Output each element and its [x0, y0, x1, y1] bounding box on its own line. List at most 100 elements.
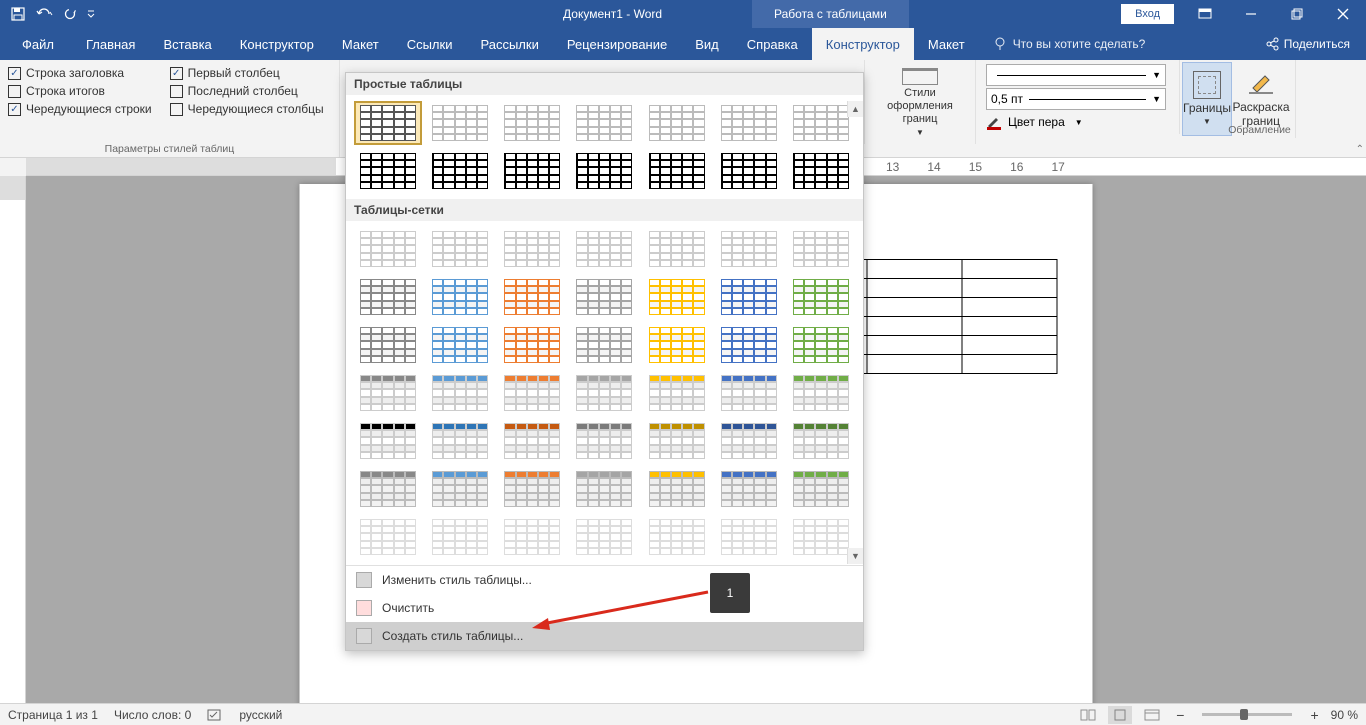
style-grid-3-0[interactable]: [354, 371, 422, 415]
style-grid-3-1[interactable]: [426, 371, 494, 415]
tab-mailings[interactable]: Рассылки: [466, 28, 552, 60]
status-words[interactable]: Число слов: 0: [114, 708, 191, 722]
tab-help[interactable]: Справка: [733, 28, 812, 60]
style-grid-3-5[interactable]: [715, 371, 783, 415]
style-grid-6-2[interactable]: [498, 515, 566, 559]
tab-references[interactable]: Ссылки: [393, 28, 467, 60]
chk-last-column[interactable]: Последний столбец: [170, 84, 324, 98]
style-grid-1-3[interactable]: [570, 275, 638, 319]
style-plain-b-0[interactable]: [354, 149, 422, 193]
minimize-button[interactable]: [1228, 0, 1274, 28]
maximize-button[interactable]: [1274, 0, 1320, 28]
style-grid-3-3[interactable]: [570, 371, 638, 415]
chk-total-row[interactable]: Строка итогов: [8, 84, 152, 98]
style-grid-4-3[interactable]: [570, 419, 638, 463]
border-styles-button[interactable]: Стили оформления границ ▼: [873, 66, 967, 140]
style-grid-2-2[interactable]: [498, 323, 566, 367]
chk-header-row[interactable]: ✓Строка заголовка: [8, 66, 152, 80]
style-grid-0-1[interactable]: [426, 227, 494, 271]
style-grid-0-4[interactable]: [643, 227, 711, 271]
style-grid-3-6[interactable]: [787, 371, 855, 415]
vertical-ruler[interactable]: [0, 176, 26, 707]
style-plain-0[interactable]: [354, 101, 422, 145]
style-grid-6-1[interactable]: [426, 515, 494, 559]
style-grid-1-0[interactable]: [354, 275, 422, 319]
tell-me-search[interactable]: Что вы хотите сделать?: [979, 28, 1160, 60]
tab-view[interactable]: Вид: [681, 28, 733, 60]
status-proofing-icon[interactable]: [207, 708, 223, 722]
tab-insert[interactable]: Вставка: [149, 28, 225, 60]
style-grid-6-5[interactable]: [715, 515, 783, 559]
pen-color-button[interactable]: Цвет пера ▼: [986, 114, 1171, 130]
style-grid-0-3[interactable]: [570, 227, 638, 271]
style-plain-b-5[interactable]: [715, 149, 783, 193]
style-grid-0-6[interactable]: [787, 227, 855, 271]
style-plain-b-3[interactable]: [570, 149, 638, 193]
zoom-out-button[interactable]: −: [1172, 707, 1188, 723]
style-grid-5-2[interactable]: [498, 467, 566, 511]
style-grid-0-2[interactable]: [498, 227, 566, 271]
style-grid-2-5[interactable]: [715, 323, 783, 367]
style-grid-5-0[interactable]: [354, 467, 422, 511]
style-grid-1-2[interactable]: [498, 275, 566, 319]
qat-customize-icon[interactable]: [84, 2, 98, 26]
style-plain-1[interactable]: [426, 101, 494, 145]
style-plain-6[interactable]: [787, 101, 855, 145]
zoom-level[interactable]: 90 %: [1331, 708, 1358, 722]
style-grid-1-1[interactable]: [426, 275, 494, 319]
style-plain-3[interactable]: [570, 101, 638, 145]
tab-home[interactable]: Главная: [72, 28, 149, 60]
style-grid-2-0[interactable]: [354, 323, 422, 367]
tab-file[interactable]: Файл: [4, 28, 72, 60]
style-plain-5[interactable]: [715, 101, 783, 145]
login-button[interactable]: Вход: [1121, 4, 1174, 24]
menu-new-style[interactable]: Создать стиль таблицы...: [346, 622, 863, 650]
style-grid-5-3[interactable]: [570, 467, 638, 511]
style-grid-1-4[interactable]: [643, 275, 711, 319]
border-width-combo[interactable]: 0,5 пт▼: [986, 88, 1166, 110]
ribbon-display-icon[interactable]: [1182, 0, 1228, 28]
style-grid-3-2[interactable]: [498, 371, 566, 415]
menu-clear[interactable]: Очистить: [346, 594, 863, 622]
status-language[interactable]: русский: [239, 708, 282, 722]
style-grid-1-6[interactable]: [787, 275, 855, 319]
style-grid-3-4[interactable]: [643, 371, 711, 415]
ribbon-collapse-icon[interactable]: ⌃: [1356, 144, 1364, 155]
zoom-in-button[interactable]: +: [1306, 707, 1322, 723]
gallery-scroll-up[interactable]: ▲: [847, 101, 863, 117]
style-grid-6-0[interactable]: [354, 515, 422, 559]
zoom-slider[interactable]: [1202, 713, 1292, 716]
border-line-style-combo[interactable]: ▼: [986, 64, 1166, 86]
style-grid-2-3[interactable]: [570, 323, 638, 367]
style-grid-2-4[interactable]: [643, 323, 711, 367]
style-grid-5-6[interactable]: [787, 467, 855, 511]
style-grid-4-6[interactable]: [787, 419, 855, 463]
menu-modify-style[interactable]: Изменить стиль таблицы...: [346, 566, 863, 594]
style-grid-5-5[interactable]: [715, 467, 783, 511]
undo-button[interactable]: [32, 2, 56, 26]
tab-review[interactable]: Рецензирование: [553, 28, 681, 60]
tab-table-layout[interactable]: Макет: [914, 28, 979, 60]
style-grid-5-1[interactable]: [426, 467, 494, 511]
save-button[interactable]: [6, 2, 30, 26]
style-grid-5-4[interactable]: [643, 467, 711, 511]
style-grid-0-5[interactable]: [715, 227, 783, 271]
close-button[interactable]: [1320, 0, 1366, 28]
style-grid-2-1[interactable]: [426, 323, 494, 367]
style-grid-4-0[interactable]: [354, 419, 422, 463]
style-grid-4-5[interactable]: [715, 419, 783, 463]
tab-design[interactable]: Конструктор: [226, 28, 328, 60]
style-grid-6-4[interactable]: [643, 515, 711, 559]
chk-banded-rows[interactable]: ✓Чередующиеся строки: [8, 102, 152, 116]
style-grid-0-0[interactable]: [354, 227, 422, 271]
style-plain-b-4[interactable]: [643, 149, 711, 193]
chk-banded-columns[interactable]: Чередующиеся столбцы: [170, 102, 324, 116]
style-grid-2-6[interactable]: [787, 323, 855, 367]
style-grid-4-1[interactable]: [426, 419, 494, 463]
style-plain-4[interactable]: [643, 101, 711, 145]
gallery-scroll-down[interactable]: ▼: [847, 548, 863, 564]
style-plain-b-1[interactable]: [426, 149, 494, 193]
tab-layout[interactable]: Макет: [328, 28, 393, 60]
view-read-icon[interactable]: [1076, 706, 1100, 724]
status-page[interactable]: Страница 1 из 1: [8, 708, 98, 722]
